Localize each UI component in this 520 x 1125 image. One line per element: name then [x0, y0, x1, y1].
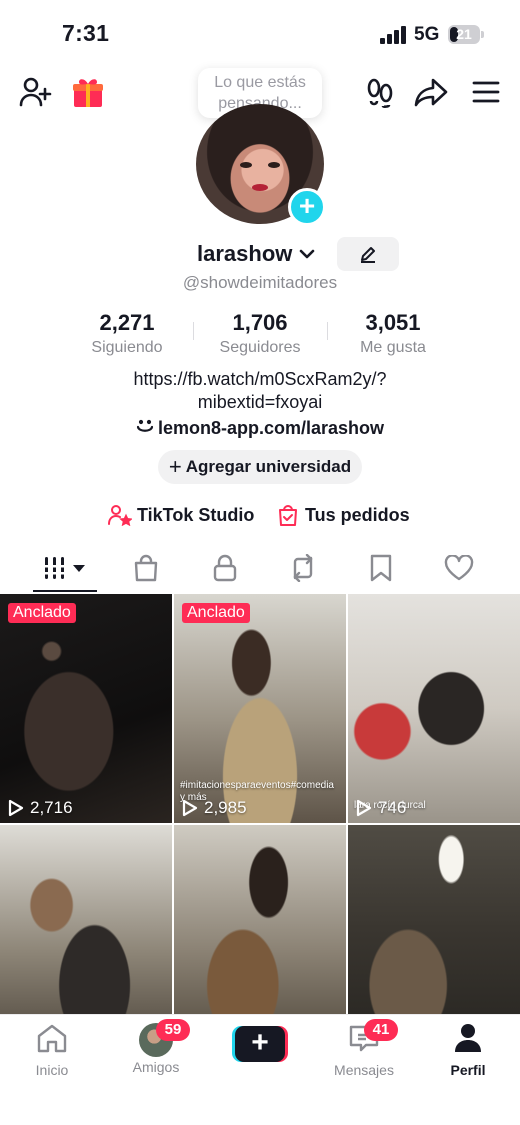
video-thumbnail[interactable]: Anclado #imitacionesparaeventos#comedia … [174, 594, 346, 823]
network-type: 5G [414, 24, 440, 45]
person-star-icon [108, 505, 132, 526]
tab-reposts[interactable] [271, 548, 335, 588]
plus-icon: + [168, 454, 182, 479]
orders-label: Tus pedidos [305, 504, 410, 525]
profile-username[interactable]: larashow [197, 241, 292, 267]
home-icon [37, 1024, 67, 1053]
stat-followers[interactable]: 1,706 Seguidores [190, 310, 330, 357]
menu-icon[interactable] [468, 74, 504, 110]
view-count-text: 2,716 [30, 798, 73, 817]
gift-icon[interactable] [70, 74, 106, 110]
orders-button[interactable]: Tus pedidos [277, 503, 410, 527]
profile-icon [455, 1024, 481, 1052]
view-count: 2,985 [182, 798, 247, 818]
bio-line: https://fb.watch/m0ScxRam2y/? [133, 369, 387, 389]
likes-count: 3,051 [365, 310, 421, 335]
status-bar: 7:31 5G 21 [0, 0, 520, 70]
friends-badge: 59 [156, 1019, 190, 1041]
likes-label: Me gusta [360, 339, 426, 356]
chevron-down-icon[interactable] [296, 243, 318, 265]
liked-heart-icon [444, 555, 474, 581]
play-icon [8, 799, 24, 817]
footprints-icon[interactable] [362, 74, 398, 110]
stat-following[interactable]: 2,271 Siguiendo [57, 310, 197, 357]
signal-icon [380, 26, 406, 44]
profile-tabs [0, 548, 520, 592]
pinned-badge: Anclado [182, 603, 250, 623]
create-button[interactable]: + [232, 1026, 288, 1062]
tiktok-studio-label: TikTok Studio [137, 504, 255, 525]
tab-videos[interactable] [33, 548, 97, 588]
following-label: Siguiendo [91, 339, 163, 356]
orders-bag-icon [279, 505, 297, 526]
add-school-button[interactable]: + Agregar universidad [158, 450, 362, 484]
nav-inbox-label: Mensajes [334, 1062, 394, 1078]
nav-profile-label: Perfil [450, 1062, 486, 1078]
active-tab-indicator [33, 590, 97, 592]
video-grid: Anclado 2,716 Anclado #imitacionesparaev… [0, 594, 520, 1054]
tab-favorites[interactable] [349, 548, 413, 588]
battery-level: 21 [456, 26, 472, 42]
profile-link-text: lemon8-app.com/larashow [157, 418, 385, 438]
status-time: 7:31 [62, 20, 110, 46]
profile-handle: @showdeimitadores [182, 273, 338, 292]
tab-liked[interactable] [427, 548, 491, 588]
pencil-icon [361, 247, 375, 263]
following-count: 2,271 [99, 310, 155, 335]
lemon8-link-icon [136, 419, 154, 432]
share-icon[interactable] [412, 74, 450, 110]
profile-link[interactable]: lemon8-app.com/larashow [0, 418, 520, 439]
pinned-badge: Anclado [8, 603, 76, 623]
view-count-text: 746 [378, 798, 407, 817]
view-count-text: 2,985 [204, 798, 247, 817]
bookmark-icon [370, 554, 392, 582]
videos-grid-icon [43, 557, 85, 579]
add-story-plus-icon[interactable]: + [288, 188, 326, 226]
view-count: 746 [356, 798, 406, 818]
tab-private[interactable] [193, 548, 257, 588]
video-thumbnail[interactable]: Anclado 2,716 [0, 594, 172, 823]
private-lock-icon [213, 554, 237, 582]
add-school-label: Agregar universidad [185, 457, 352, 476]
battery-icon: 21 [448, 25, 484, 44]
followers-label: Seguidores [219, 339, 301, 356]
tab-shop[interactable] [114, 548, 178, 588]
video-thumbnail[interactable]: lara rocío durcal 746 [348, 594, 520, 823]
play-icon [356, 799, 372, 817]
messages-badge: 41 [364, 1019, 398, 1041]
edit-profile-button[interactable] [337, 237, 399, 271]
nav-profile[interactable]: Perfil [428, 1023, 508, 1078]
nav-home[interactable]: Inicio [12, 1023, 92, 1078]
tiktok-studio-button[interactable]: TikTok Studio [108, 503, 254, 527]
stat-likes[interactable]: 3,051 Me gusta [323, 310, 463, 357]
followers-count: 1,706 [232, 310, 288, 335]
shop-bag-icon [134, 554, 158, 582]
add-friend-icon[interactable] [16, 74, 54, 110]
view-count: 2,716 [8, 798, 73, 818]
nav-home-label: Inicio [35, 1062, 69, 1078]
repost-icon [293, 554, 313, 582]
nav-friends-label: Amigos [132, 1059, 180, 1075]
play-icon [182, 799, 198, 817]
bio-line: mibextid=fxoyai [197, 392, 323, 412]
plus-icon: + [235, 1026, 285, 1062]
